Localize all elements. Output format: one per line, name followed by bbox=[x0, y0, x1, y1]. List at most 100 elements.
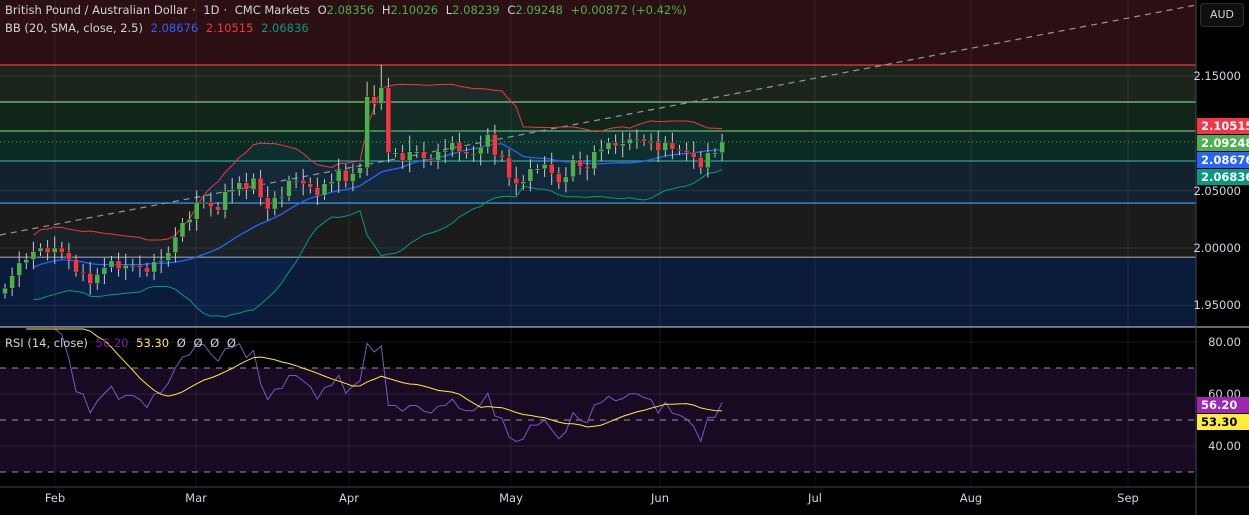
candle-body bbox=[357, 167, 363, 174]
price-tick: 1.95000 bbox=[1193, 298, 1241, 312]
candle-body bbox=[641, 138, 647, 142]
candle-body bbox=[499, 154, 505, 158]
candle-body bbox=[272, 197, 278, 210]
candle-body bbox=[591, 151, 597, 170]
na-value: Ø bbox=[176, 336, 186, 350]
last-price-tag: 2.09248 bbox=[1197, 135, 1249, 151]
candle-body bbox=[350, 173, 356, 182]
candle-body bbox=[44, 247, 51, 253]
candle-body bbox=[265, 197, 271, 210]
candle-body bbox=[186, 219, 193, 223]
candle-body bbox=[9, 275, 15, 289]
candle-body bbox=[165, 252, 172, 261]
candle-body bbox=[385, 87, 392, 154]
time-tick: May bbox=[499, 491, 523, 505]
candle-body bbox=[520, 181, 526, 184]
candle-body bbox=[442, 150, 448, 153]
open-value: 2.08356 bbox=[326, 3, 375, 17]
candle-body bbox=[627, 138, 633, 144]
candle-body bbox=[378, 87, 384, 104]
interval[interactable]: 1D bbox=[203, 3, 219, 17]
candle-body bbox=[172, 236, 179, 253]
candle-body bbox=[30, 251, 37, 260]
candle-body bbox=[414, 151, 420, 154]
candle-body bbox=[293, 180, 299, 183]
candle-body bbox=[563, 176, 569, 183]
candle-body bbox=[108, 260, 115, 268]
candle-body bbox=[428, 158, 434, 162]
candle-body bbox=[470, 153, 477, 156]
candle-body bbox=[250, 177, 257, 190]
candle-body bbox=[80, 271, 86, 274]
candle-body bbox=[612, 142, 619, 147]
candle-body bbox=[541, 164, 548, 170]
candle-body bbox=[407, 151, 413, 162]
candle-body bbox=[130, 265, 136, 267]
candle-body bbox=[73, 259, 79, 273]
candle-body bbox=[87, 273, 93, 284]
high-value: 2.10026 bbox=[390, 3, 439, 17]
price-tick: 2.05000 bbox=[1193, 184, 1241, 198]
candle-body bbox=[719, 141, 725, 154]
candle-body bbox=[492, 134, 498, 156]
candle-body bbox=[485, 134, 491, 148]
rsi-legend[interactable]: RSI (14, close) 56.20 53.30 Ø Ø Ø Ø bbox=[5, 336, 240, 350]
source: CMC Markets bbox=[234, 3, 310, 17]
candle-body bbox=[257, 177, 264, 198]
open-label: O bbox=[317, 3, 327, 17]
candle-body bbox=[94, 274, 101, 284]
candle-body bbox=[421, 151, 427, 159]
time-tick: Jun bbox=[651, 491, 669, 505]
na-value: Ø bbox=[193, 336, 203, 350]
candle-body bbox=[683, 150, 690, 154]
candle-body bbox=[364, 96, 370, 168]
candle-body bbox=[336, 169, 342, 182]
candle-body bbox=[662, 142, 668, 151]
candle-body bbox=[570, 159, 576, 178]
time-tick: Mar bbox=[185, 491, 207, 505]
currency-button[interactable]: AUD bbox=[1200, 3, 1244, 27]
bb-upper: 2.10515 bbox=[205, 21, 254, 35]
time-tick: Feb bbox=[44, 491, 66, 505]
candle-body bbox=[449, 142, 455, 151]
candle-body bbox=[698, 157, 704, 168]
candle-body bbox=[101, 267, 108, 275]
rsi-ma-value: 53.30 bbox=[136, 336, 170, 350]
candle-body bbox=[222, 191, 228, 211]
bb-lower: 2.06836 bbox=[261, 21, 309, 35]
candle-body bbox=[705, 152, 711, 168]
rsi-tick: 40.00 bbox=[1208, 439, 1241, 453]
candle-body bbox=[556, 173, 562, 183]
rsi-tag: 56.20 bbox=[1197, 397, 1249, 413]
candle-body bbox=[712, 152, 718, 155]
candle-body bbox=[115, 260, 122, 269]
candle-body bbox=[23, 259, 29, 264]
candle-body bbox=[669, 142, 676, 150]
candle-body bbox=[584, 166, 590, 170]
candle-body bbox=[577, 159, 583, 167]
bb-legend[interactable]: BB (20, SMA, close, 2.5) 2.08676 2.10515… bbox=[5, 21, 313, 35]
time-tick: Sep bbox=[1117, 491, 1139, 505]
candle-body bbox=[534, 168, 541, 171]
low-value: 2.08239 bbox=[452, 3, 500, 17]
basis-tag: 2.08676 bbox=[1197, 152, 1249, 168]
candle-body bbox=[463, 151, 470, 155]
bb-basis: 2.08676 bbox=[150, 21, 199, 35]
candle-body bbox=[2, 287, 8, 295]
candle-body bbox=[634, 138, 640, 141]
candle-body bbox=[691, 152, 697, 158]
candle-body bbox=[506, 157, 512, 179]
candle-body bbox=[201, 201, 207, 204]
close-value: 2.09248 bbox=[515, 3, 563, 17]
price-chart[interactable] bbox=[0, 0, 1249, 515]
change-value: +0.00872 (+0.42%) bbox=[570, 3, 687, 17]
candle-body bbox=[236, 182, 243, 190]
candle-body bbox=[314, 187, 321, 196]
candle-body bbox=[66, 252, 72, 260]
lower-band-tag: 2.06836 bbox=[1197, 169, 1249, 185]
candle-body bbox=[229, 189, 235, 193]
symbol-name: British Pound / Australian Dollar bbox=[5, 3, 188, 17]
sep: · bbox=[191, 3, 196, 17]
high-label: H bbox=[381, 3, 391, 17]
candle-body bbox=[179, 222, 186, 238]
